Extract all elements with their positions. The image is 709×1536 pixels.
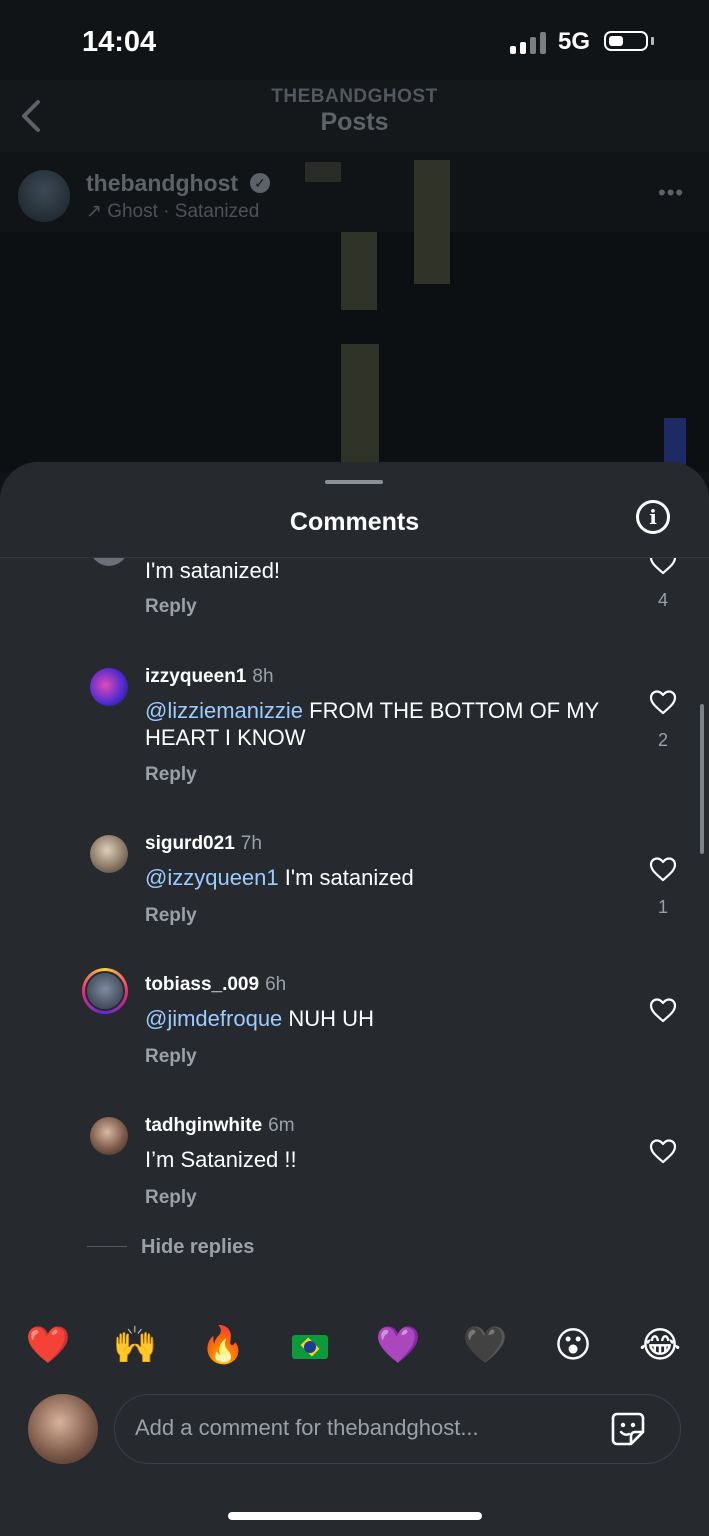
emoji-raising-hands[interactable]: 🙌 [111,1322,159,1370]
like-heart-icon[interactable] [648,1137,678,1165]
top-nav: THEBANDGHOST Posts [0,80,709,152]
like-heart-icon[interactable] [648,996,678,1024]
sheet-drag-handle[interactable] [325,480,383,484]
comment-text: @izzyqueen1 I'm satanized [145,864,615,891]
comment-body: NUH UH [282,1006,374,1031]
status-bar: 14:04 5G [0,0,709,80]
info-icon[interactable]: i [636,500,670,534]
reply-button[interactable]: Reply [145,1046,197,1068]
post-media [0,160,709,472]
commenter-avatar[interactable] [90,558,128,566]
comment-username-text[interactable]: izzyqueen1 [145,666,246,687]
comment-text: I'm satanized! [145,558,281,583]
nav-title: Posts [320,108,389,136]
nav-subtitle: THEBANDGHOST [271,86,438,107]
reply-button[interactable]: Reply [145,596,197,618]
comment-body: I'm satanized [278,865,414,890]
comment-time: 6h [265,974,287,995]
post-music-label[interactable]: ↗ Ghost · Satanized [86,200,259,223]
comment-text: I’m Satanized !! [145,1147,297,1172]
comment-text: @lizziemanizzie FROM THE BOTTOM OF MY HE… [145,697,615,751]
comment-composer: Add a comment for thebandghost... [0,1390,709,1480]
network-label: 5G [558,28,591,55]
like-count: 2 [657,730,668,750]
comment-input[interactable]: Add a comment for thebandghost... [114,1394,681,1464]
post-author-avatar[interactable] [18,170,70,222]
comment-username-text[interactable]: tadhginwhite [145,1115,262,1136]
more-options-icon[interactable]: ••• [658,180,684,206]
hide-replies-line [87,1246,127,1247]
battery-icon [604,31,648,51]
like-count: 4 [657,590,668,610]
comment-username[interactable]: tadhginwhite 6m [145,1115,295,1137]
emoji-laughing[interactable]: 😂 [636,1322,684,1370]
emoji-surprised[interactable]: 😮 [549,1322,597,1370]
hide-replies-button[interactable]: Hide replies [141,1236,254,1259]
post-header: thebandghost ✓ ↗ Ghost · Satanized ••• [0,152,709,232]
emoji-purple-heart[interactable]: 💜 [374,1322,422,1370]
mention-link[interactable]: @lizziemanizzie [145,698,303,723]
comment-username[interactable]: sigurd021 7h [145,833,262,855]
comment-text: @jimdefroque NUH UH [145,1005,615,1032]
like-heart-icon[interactable] [648,688,678,716]
comment-username-text[interactable]: sigurd021 [145,833,235,854]
post-author-username[interactable]: thebandghost [86,170,238,197]
comment-time: 7h [240,833,262,854]
emoji-heart[interactable]: ❤️ [24,1322,72,1370]
reply-button[interactable]: Reply [145,764,197,786]
scrollbar[interactable] [700,704,704,854]
commenter-avatar-story-ring[interactable] [82,968,128,1014]
emoji-reaction-row: ❤️ 🙌 🔥 💜 🖤 😮 😂 [0,1322,709,1370]
like-heart-icon[interactable] [648,855,678,883]
comment-username-text[interactable]: tobiass_.009 [145,974,259,995]
comment-username[interactable]: tobiass_.009 6h [145,974,286,996]
battery-cap [651,37,654,45]
verified-badge-icon: ✓ [250,173,270,193]
comment-time: 8h [252,666,274,687]
commenter-avatar[interactable] [90,835,128,873]
like-heart-icon[interactable] [648,558,678,576]
comment-list[interactable]: I'm satanized! Reply 4 izzyqueen1 8h @liz… [0,558,709,1298]
brazil-flag-icon[interactable] [292,1335,328,1359]
comments-sheet: Comments i I'm satanized! Reply 4 izzyqu… [0,462,709,1536]
mention-link[interactable]: @izzyqueen1 [145,865,279,890]
emoji-black-heart[interactable]: 🖤 [461,1322,509,1370]
current-user-avatar [28,1394,98,1464]
mention-link[interactable]: @jimdefroque [145,1006,282,1031]
reply-button[interactable]: Reply [145,1187,197,1209]
reply-button[interactable]: Reply [145,905,197,927]
sticker-icon[interactable] [609,1410,647,1448]
signal-icon [510,30,548,54]
commenter-avatar[interactable] [90,668,128,706]
comment-input-placeholder: Add a comment for thebandghost... [135,1415,479,1440]
emoji-fire[interactable]: 🔥 [199,1322,247,1370]
status-time: 14:04 [82,26,157,58]
like-count: 1 [657,897,668,917]
commenter-avatar[interactable] [90,1117,128,1155]
comment-username[interactable]: izzyqueen1 8h [145,666,274,688]
sheet-title: Comments [289,508,420,536]
home-indicator[interactable] [228,1512,482,1520]
comment-time: 6m [268,1115,295,1136]
